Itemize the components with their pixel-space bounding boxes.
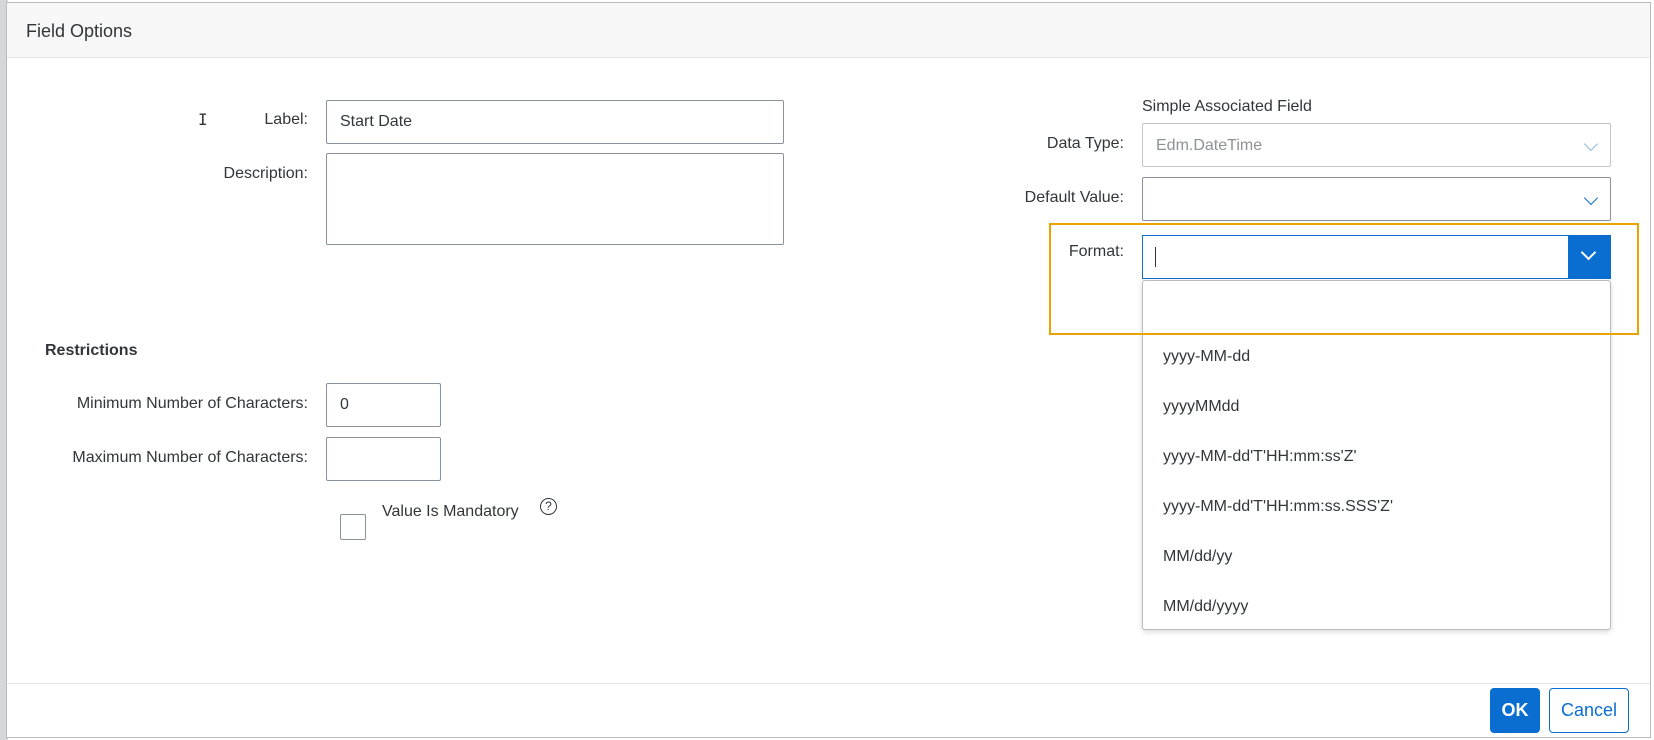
format-combobox[interactable]: [1142, 235, 1611, 279]
cancel-button[interactable]: Cancel: [1549, 688, 1629, 733]
data-type-label: Data Type:: [1046, 135, 1124, 152]
min-chars-label: Minimum Number of Characters:: [76, 395, 308, 412]
data-type-value: Edm.DateTime: [1156, 137, 1263, 154]
list-item[interactable]: yyyy-MM-dd: [1143, 332, 1610, 382]
list-item[interactable]: MM/dd/yy: [1143, 532, 1610, 582]
chevron-down-icon: [1580, 244, 1597, 261]
max-chars-label: Maximum Number of Characters:: [72, 449, 308, 466]
label-input[interactable]: [326, 100, 784, 144]
max-chars-input[interactable]: [326, 437, 441, 481]
dialog-footer: [7, 683, 1650, 737]
dialog-title: Field Options: [26, 21, 133, 41]
list-item[interactable]: MM/dd/yyyy: [1143, 582, 1610, 632]
default-value-label: Default Value:: [1024, 189, 1124, 206]
label-field-label: Label:: [264, 111, 308, 128]
data-type-select: Edm.DateTime: [1142, 123, 1611, 167]
list-item[interactable]: yyyyMMdd: [1143, 382, 1610, 432]
list-item[interactable]: yyyy-MM-dd'T'HH:mm:ss.SSS'Z': [1143, 482, 1610, 532]
description-label: Description:: [223, 165, 308, 182]
list-item[interactable]: yyyy-MM-dd'T'HH:mm:ss'Z': [1143, 432, 1610, 482]
mandatory-checkbox[interactable]: [340, 514, 366, 540]
min-chars-input[interactable]: [326, 383, 441, 427]
list-item[interactable]: [1143, 285, 1610, 335]
text-caret: [1155, 247, 1156, 267]
help-icon[interactable]: ?: [540, 498, 557, 515]
restrictions-title: Restrictions: [45, 342, 138, 359]
chevron-down-icon: [1583, 136, 1599, 152]
format-label: Format:: [1068, 243, 1124, 260]
format-dropdown-button[interactable]: [1568, 235, 1611, 279]
default-value-select[interactable]: [1142, 177, 1611, 221]
dialog-header: Field Options: [7, 3, 1650, 58]
format-options-list: yyyy-MM-dd yyyyMMdd yyyy-MM-dd'T'HH:mm:s…: [1142, 280, 1611, 630]
ok-button[interactable]: OK: [1490, 688, 1540, 733]
description-input[interactable]: [326, 153, 784, 245]
associated-field-title: Simple Associated Field: [1142, 98, 1312, 115]
chevron-down-icon[interactable]: [1583, 190, 1599, 206]
mandatory-label: Value Is Mandatory: [382, 503, 519, 520]
